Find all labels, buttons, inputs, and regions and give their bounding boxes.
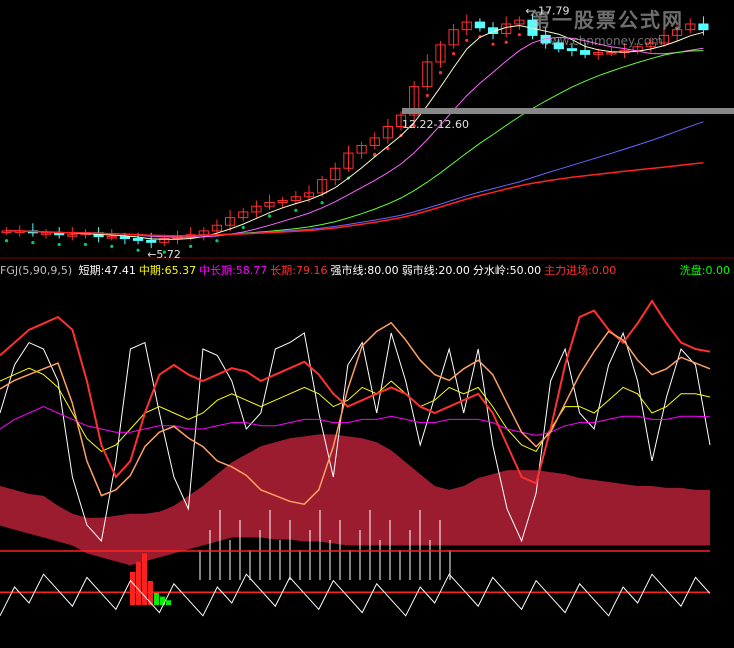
indicator-legend: FGJ(5,90,9,5) 短期:47.41 中期:65.37 中长期:58.77 长… <box>0 262 619 280</box>
signal-dot <box>189 244 193 249</box>
candle-body <box>698 23 709 31</box>
signal-dot <box>425 93 429 98</box>
legend-item: 中期:65.37 <box>138 264 197 277</box>
candle-body <box>146 239 157 243</box>
range-bar <box>402 108 734 114</box>
signal-dot <box>504 40 508 44</box>
moving-average-line <box>6 121 704 237</box>
signal-dot <box>110 244 114 249</box>
bottom-oscillator <box>0 573 711 617</box>
legend-item: 分水岭:50.00 <box>472 264 542 277</box>
signal-dot <box>491 42 495 46</box>
histogram-bar <box>166 600 171 605</box>
moving-average-line <box>6 24 704 240</box>
candle-body <box>119 236 131 240</box>
histogram-bar <box>130 572 135 605</box>
signal-dot <box>31 241 35 245</box>
histogram-bar <box>154 591 159 605</box>
moving-average-line <box>6 50 704 237</box>
wash-label: 洗盘: <box>679 264 706 277</box>
signal-dot <box>136 248 140 252</box>
moving-average-line <box>6 161 704 237</box>
signal-dot <box>320 201 324 205</box>
wash-readout: 洗盘:0.00 <box>680 262 730 278</box>
signal-dot <box>215 239 219 243</box>
signal-dot <box>294 208 298 212</box>
signal-dot <box>57 242 61 247</box>
signal-dot <box>267 214 272 218</box>
candle-body <box>579 50 591 55</box>
candle-body <box>566 48 578 52</box>
indicator-line <box>0 406 711 436</box>
stock-chart: ← 17.79←5.7212.22-12.60 <box>0 5 734 617</box>
signal-dot <box>465 38 469 42</box>
legend-item: 长期:79.16 <box>270 264 328 277</box>
signal-dot <box>452 52 456 56</box>
range-label: 12.22-12.60 <box>402 118 469 131</box>
legend-item: 短期:47.41 <box>78 264 136 277</box>
wash-value: 0.00 <box>705 264 731 277</box>
signal-dot <box>517 33 521 37</box>
legend-item: 弱市线:20.00 <box>401 264 470 277</box>
candle-body <box>132 238 144 241</box>
low-price-label: ←5.72 <box>147 248 181 261</box>
legend-item: 强市线:80.00 <box>330 264 399 277</box>
indicator-name: FGJ(5,90,9,5) <box>0 264 73 277</box>
signal-dot <box>438 71 443 75</box>
candle-body <box>474 21 486 29</box>
legend-item: 中长期:58.77 <box>199 264 268 277</box>
histogram-bar <box>142 553 147 605</box>
signal-dot <box>4 239 9 243</box>
watermark-url: www.chnmoney.com <box>540 34 663 48</box>
watermark-title: 第一股票公式网 <box>530 8 684 32</box>
histogram-bar <box>136 561 141 605</box>
signal-dot <box>83 242 88 247</box>
moving-average-line <box>6 36 704 238</box>
legend-item: 主力进场:0.00 <box>544 264 617 277</box>
signal-dot <box>241 225 245 230</box>
